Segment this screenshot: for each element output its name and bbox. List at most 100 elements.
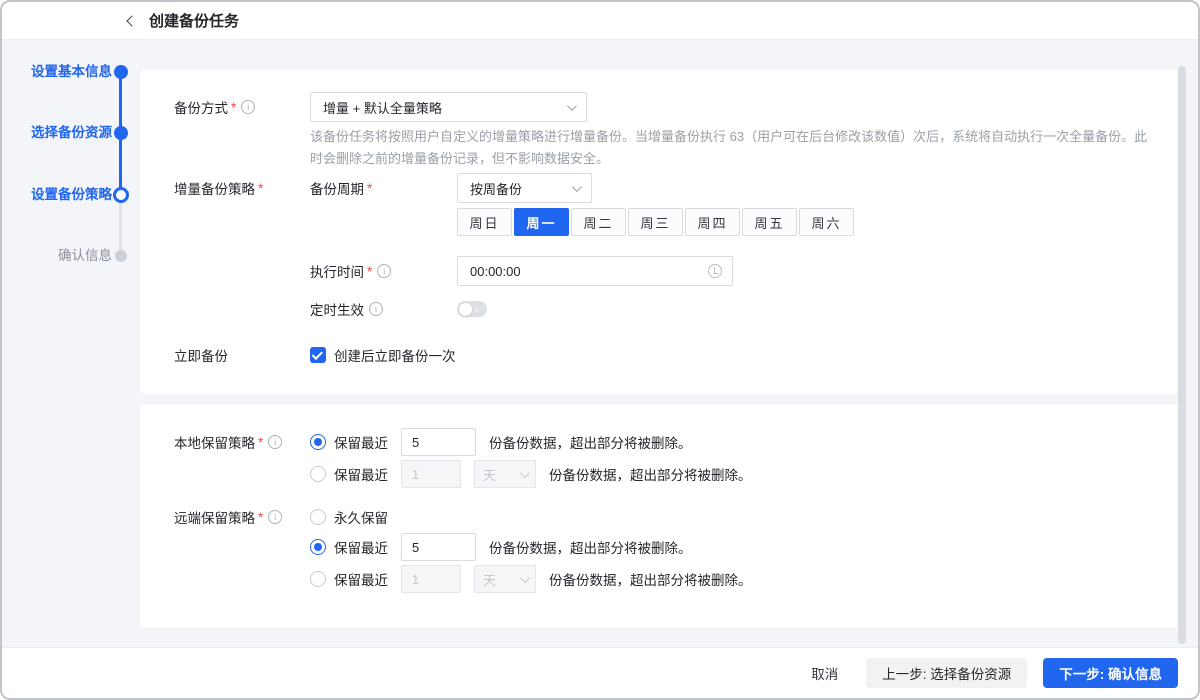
- incremental-policy-label-row: 增量备份策略 *: [174, 173, 263, 203]
- permanent-keep-label: 永久保留: [334, 507, 388, 527]
- scrollbar-thumb[interactable]: [1178, 66, 1186, 644]
- remote-retention-label-row: 远端保留策略 *: [174, 506, 282, 528]
- local-retention-label-row: 本地保留策略 *: [174, 428, 282, 456]
- clock-icon: [708, 264, 722, 278]
- backup-method-help-text: 该备份任务将按照用户自定义的增量策略进行增量备份。当增量备份执行 63（用户可在…: [310, 126, 1154, 170]
- info-icon[interactable]: [268, 510, 282, 524]
- backup-cycle-select-value: 按周备份: [470, 179, 522, 198]
- step-label: 确认信息: [58, 247, 112, 265]
- weekday-button-sunday[interactable]: 周日: [457, 208, 512, 236]
- page-title: 创建备份任务: [149, 10, 239, 31]
- info-icon[interactable]: [377, 264, 391, 278]
- weekday-label: 周一: [526, 213, 556, 232]
- info-icon[interactable]: [241, 100, 255, 114]
- local-retention-count-input[interactable]: [401, 428, 476, 456]
- weekday-label: 周三: [640, 213, 670, 232]
- chevron-down-icon: [520, 468, 530, 478]
- step-item-select-resource[interactable]: 选择备份资源: [2, 124, 140, 142]
- weekday-button-friday[interactable]: 周五: [742, 208, 797, 236]
- step-item-basic-info[interactable]: 设置基本信息: [2, 63, 140, 81]
- remote-retention-option-count: 保留最近 份备份数据，超出部分将被删除。: [310, 533, 692, 561]
- step-label: 设置基本信息: [31, 63, 112, 81]
- schedule-toggle[interactable]: [457, 301, 487, 317]
- weekday-button-tuesday[interactable]: 周二: [571, 208, 626, 236]
- step-dot-done-icon: [114, 126, 128, 140]
- backup-method-label: 备份方式: [174, 97, 228, 117]
- chevron-down-icon: [567, 101, 577, 111]
- chevron-down-icon: [572, 182, 582, 192]
- step-dot-current-icon: [113, 187, 129, 203]
- required-mark: *: [367, 264, 372, 279]
- back-button[interactable]: [123, 12, 141, 30]
- backup-now-option-label: 创建后立即备份一次: [334, 345, 456, 365]
- back-icon: [126, 15, 137, 26]
- local-retention-unit-select[interactable]: 天: [474, 460, 536, 488]
- weekday-label: 周六: [811, 213, 841, 232]
- unit-select-value: 天: [483, 465, 496, 484]
- remote-retention-days-input[interactable]: [401, 565, 461, 593]
- radio-button[interactable]: [310, 571, 326, 587]
- next-step-button[interactable]: 下一步: 确认信息: [1043, 658, 1178, 688]
- prev-step-button[interactable]: 上一步: 选择备份资源: [866, 658, 1027, 688]
- backup-cycle-label-row: 备份周期 *: [310, 173, 372, 203]
- backup-method-label-row: 备份方式 *: [174, 92, 255, 122]
- local-retention-label: 本地保留策略: [174, 432, 255, 452]
- backup-cycle-select[interactable]: 按周备份: [457, 173, 592, 203]
- step-item-confirm-info[interactable]: 确认信息: [2, 247, 140, 265]
- weekday-button-wednesday[interactable]: 周三: [628, 208, 683, 236]
- radio-button[interactable]: [310, 466, 326, 482]
- backup-method-select-value: 增量 + 默认全量策略: [323, 98, 442, 117]
- required-mark: *: [367, 181, 372, 196]
- schedule-effective-label: 定时生效: [310, 299, 364, 319]
- weekday-label: 周二: [583, 213, 613, 232]
- toggle-knob: [459, 303, 472, 316]
- schedule-toggle-label-row: 定时生效: [310, 299, 383, 319]
- radio-button-selected[interactable]: [310, 434, 326, 450]
- step-dot-pending-icon: [115, 250, 127, 262]
- remote-retention-label: 远端保留策略: [174, 507, 255, 527]
- weekday-button-monday[interactable]: 周一: [514, 208, 569, 236]
- exec-time-label-row: 执行时间 *: [310, 256, 391, 286]
- required-mark: *: [258, 510, 263, 525]
- local-retention-option-count: 保留最近 份备份数据，超出部分将被删除。: [310, 428, 692, 456]
- step-label: 设置备份策略: [31, 186, 112, 204]
- backup-now-option-row: 创建后立即备份一次: [310, 345, 456, 365]
- remote-retention-unit-select[interactable]: 天: [474, 565, 536, 593]
- remote-retention-option-days: 保留最近 天 份备份数据，超出部分将被删除。: [310, 565, 752, 593]
- backup-method-select[interactable]: 增量 + 默认全量策略: [310, 92, 587, 122]
- weekday-button-saturday[interactable]: 周六: [799, 208, 854, 236]
- footer-action-bar: 取消 上一步: 选择备份资源 下一步: 确认信息: [2, 647, 1198, 698]
- backup-policy-panel: 备份方式 * 增量 + 默认全量策略 该备份任务将按照用户自定义的增量策略进行增…: [140, 70, 1178, 394]
- remote-retention-count-input[interactable]: [401, 533, 476, 561]
- backup-now-label-row: 立即备份: [174, 345, 228, 365]
- step-label: 选择备份资源: [31, 124, 112, 142]
- weekday-label: 周四: [697, 213, 727, 232]
- radio-button[interactable]: [310, 509, 326, 525]
- toggle-off-icon: [474, 301, 483, 317]
- backup-now-checkbox[interactable]: [310, 347, 326, 363]
- info-icon[interactable]: [268, 435, 282, 449]
- retention-suffix: 份备份数据，超出部分将被删除。: [549, 464, 752, 484]
- step-item-backup-policy[interactable]: 设置备份策略: [2, 186, 140, 204]
- exec-time-input[interactable]: [458, 257, 708, 285]
- steps-nav: 设置基本信息 选择备份资源 设置备份策略 确认信息: [2, 41, 140, 698]
- chevron-down-icon: [520, 573, 530, 583]
- retention-suffix: 份备份数据，超出部分将被删除。: [549, 569, 752, 589]
- unit-select-value: 天: [483, 570, 496, 589]
- radio-button-selected[interactable]: [310, 539, 326, 555]
- exec-time-field[interactable]: [457, 256, 733, 286]
- weekday-label: 周日: [469, 213, 499, 232]
- weekday-button-thursday[interactable]: 周四: [685, 208, 740, 236]
- backup-cycle-label: 备份周期: [310, 178, 364, 198]
- info-icon[interactable]: [369, 302, 383, 316]
- required-mark: *: [258, 181, 263, 196]
- exec-time-label: 执行时间: [310, 261, 364, 281]
- required-mark: *: [231, 100, 236, 115]
- weekday-label: 周五: [754, 213, 784, 232]
- local-retention-days-input[interactable]: [401, 460, 461, 488]
- retention-prefix: 保留最近: [334, 537, 388, 557]
- create-backup-task-window: 创建备份任务 设置基本信息 选择备份资源 设置备份策略 确认信息 备份方式 *: [0, 0, 1200, 700]
- step-dot-done-icon: [114, 65, 128, 79]
- topbar: 创建备份任务: [2, 2, 1198, 40]
- cancel-button[interactable]: 取消: [803, 658, 846, 688]
